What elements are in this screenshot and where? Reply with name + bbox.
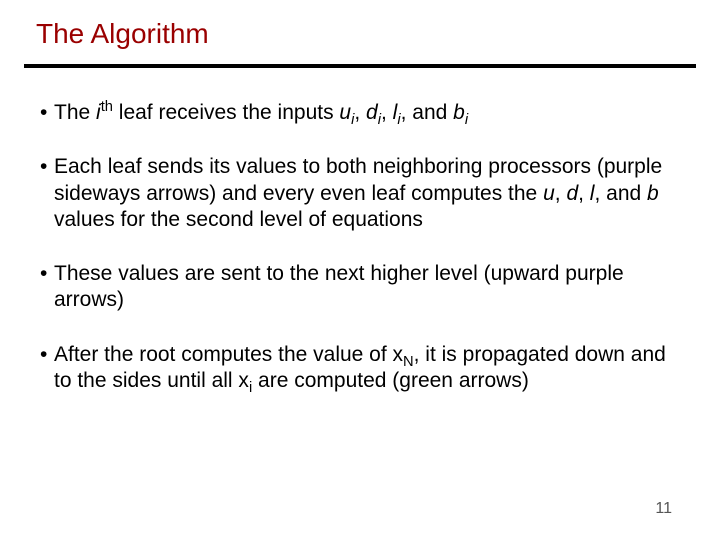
text: , <box>354 101 366 124</box>
page-number: 11 <box>655 500 672 518</box>
var-d: d <box>366 101 378 124</box>
sup-th: th <box>101 99 113 115</box>
text: are computed (green arrows) <box>252 369 529 392</box>
bullet-2: •Each leaf sends its values to both neig… <box>40 154 680 233</box>
text: , and <box>594 182 647 205</box>
bullet-dot: • <box>40 261 54 287</box>
text: , <box>381 101 393 124</box>
text: leaf receives the inputs <box>113 101 339 124</box>
bullet-dot: • <box>40 342 54 368</box>
bullet-4: •After the root computes the value of xN… <box>40 342 680 395</box>
bullet-dot: • <box>40 100 54 126</box>
var-b: b <box>647 182 659 205</box>
sub-N: N <box>403 354 414 370</box>
bullet-1: •The ith leaf receives the inputs ui, di… <box>40 100 680 126</box>
text: , and <box>401 101 454 124</box>
var-b: b <box>453 101 465 124</box>
text: values for the second level of equations <box>54 208 423 231</box>
var-u: u <box>339 101 351 124</box>
text: After the root computes the value of x <box>54 343 403 366</box>
var-u: u <box>543 182 555 205</box>
text: , <box>555 182 567 205</box>
var-d: d <box>566 182 578 205</box>
bullet-dot: • <box>40 154 54 180</box>
text: The <box>54 101 96 124</box>
sub-i: i <box>465 112 468 128</box>
slide: The Algorithm •The ith leaf receives the… <box>0 0 720 540</box>
title-rule <box>24 64 696 68</box>
slide-body: •The ith leaf receives the inputs ui, di… <box>40 100 680 422</box>
slide-title: The Algorithm <box>36 18 209 50</box>
bullet-3: •These values are sent to the next highe… <box>40 261 680 314</box>
text: , <box>578 182 590 205</box>
text: These values are sent to the next higher… <box>54 262 624 311</box>
